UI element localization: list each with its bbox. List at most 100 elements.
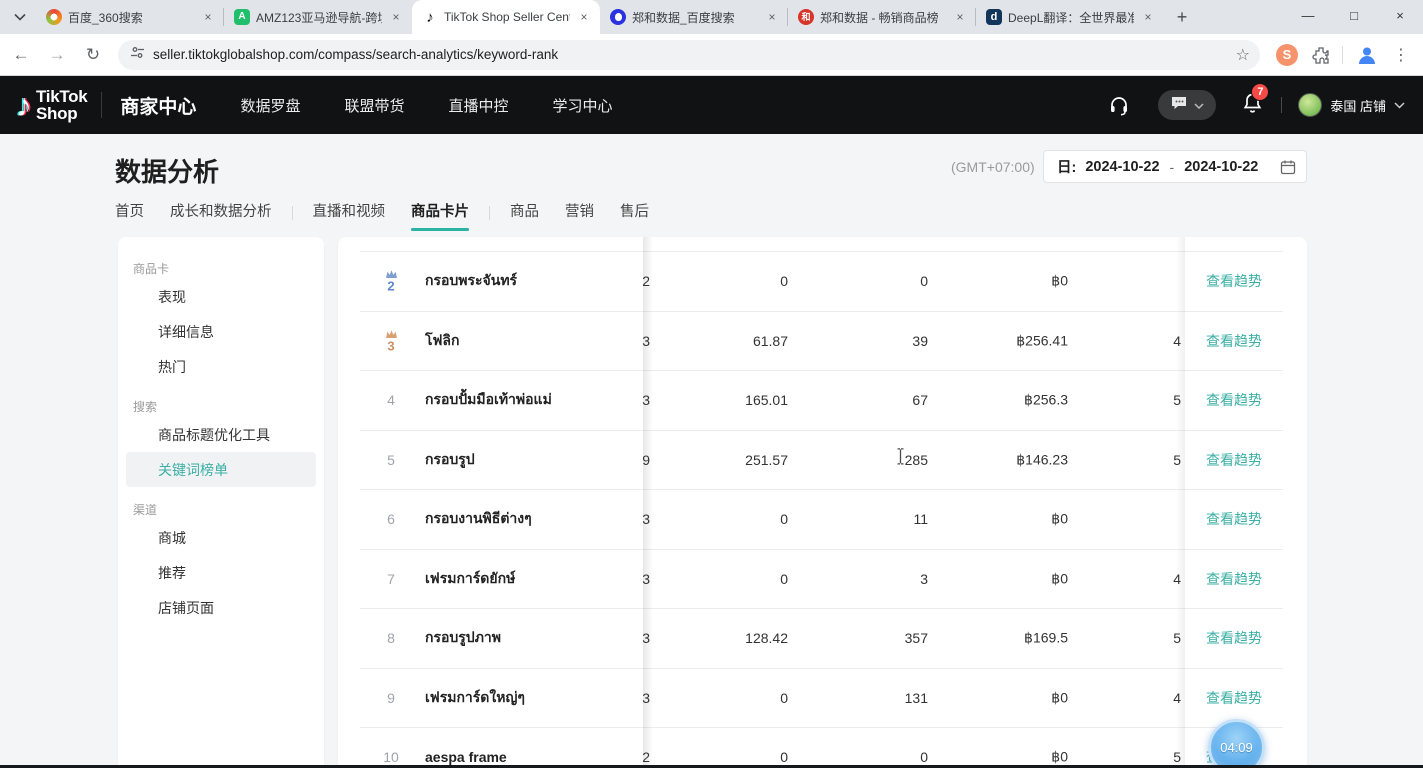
value-cell-a: 0: [660, 511, 788, 527]
date-end[interactable]: 2024-10-22: [1184, 159, 1258, 175]
messages-button[interactable]: [1158, 90, 1216, 120]
minimize-button[interactable]: —: [1285, 0, 1331, 30]
shop-name[interactable]: 泰国 店铺: [1330, 96, 1386, 115]
sidebar-item[interactable]: 商城: [126, 520, 316, 555]
rank-cell: 7: [368, 571, 414, 587]
baidu-favicon-icon: [610, 9, 626, 25]
app-nav-item[interactable]: 数据罗盘: [240, 95, 300, 116]
notifications-button[interactable]: 7: [1242, 92, 1263, 119]
view-trend-link[interactable]: 查看趋势: [1206, 630, 1262, 646]
tab-strip-tabs: 百度_360搜索×AAMZ123亚马逊导航-跨境×♪TikTok Shop Se…: [36, 0, 1164, 34]
extension-s-icon[interactable]: S: [1276, 44, 1298, 66]
site-settings-icon[interactable]: [130, 45, 145, 65]
browser-profile-avatar[interactable]: [1355, 43, 1379, 67]
chevron-down-icon: [1194, 96, 1204, 114]
address-bar[interactable]: seller.tiktokglobalshop.com/compass/sear…: [118, 40, 1260, 70]
page-tab[interactable]: 商品卡片: [411, 200, 469, 227]
view-trend-link[interactable]: 查看趋势: [1206, 452, 1262, 468]
headset-icon[interactable]: [1108, 94, 1130, 116]
page-tabs: 首页成长和数据分析 直播和视频商品卡片 商品营销售后: [115, 199, 649, 227]
clipped-value-left: 3: [638, 392, 650, 408]
url-text[interactable]: seller.tiktokglobalshop.com/compass/sear…: [153, 47, 1236, 62]
close-tab-icon[interactable]: ×: [764, 9, 780, 25]
sidebar-item[interactable]: 热门: [126, 349, 316, 384]
browser-tab-strip: 百度_360搜索×AAMZ123亚马逊导航-跨境×♪TikTok Shop Se…: [0, 0, 1423, 34]
toolbar-divider: [1342, 46, 1343, 64]
maximize-button[interactable]: □: [1331, 0, 1377, 30]
page-title: 数据分析: [115, 152, 219, 189]
browser-tab[interactable]: dDeepL翻译：全世界最准×: [976, 0, 1164, 34]
text-cursor-icon: [896, 448, 905, 470]
rank-cell: 4: [368, 392, 414, 408]
close-tab-icon[interactable]: ×: [1140, 9, 1156, 25]
back-button[interactable]: ←: [6, 40, 36, 70]
calendar-icon[interactable]: [1280, 159, 1296, 175]
date-range-picker[interactable]: 日: 2024-10-22 - 2024-10-22: [1043, 150, 1307, 183]
page-tab[interactable]: 首页: [115, 200, 144, 227]
shop-avatar[interactable]: [1298, 93, 1322, 117]
new-tab-button[interactable]: +: [1168, 3, 1196, 31]
timer-bubble[interactable]: 04:09: [1208, 719, 1265, 768]
sidebar-item[interactable]: 店铺页面: [126, 590, 316, 625]
view-trend-link[interactable]: 查看趋势: [1206, 273, 1262, 289]
forward-button[interactable]: →: [42, 40, 72, 70]
browser-tab[interactable]: ♪TikTok Shop Seller Cente×: [412, 0, 600, 34]
app-nav-item[interactable]: 直播中控: [448, 95, 508, 116]
page-tab[interactable]: 直播和视频: [313, 200, 386, 227]
page-tab[interactable]: 售后: [620, 200, 649, 227]
action-cell: 查看趋势: [1185, 390, 1283, 410]
sidebar-item[interactable]: 商品标题优化工具: [126, 417, 316, 452]
extensions-puzzle-icon[interactable]: [1312, 46, 1330, 64]
gmv-cell: ฿0: [940, 273, 1068, 290]
close-tab-icon[interactable]: ×: [388, 9, 404, 25]
bell-icon: [1242, 101, 1263, 118]
close-tab-icon[interactable]: ×: [576, 9, 592, 25]
table-row: 3โฟลิก361.8739฿256.414查看趋势: [360, 312, 1283, 372]
keyword-table-card: 2กรอบพระจันทร์200฿0查看趋势3โฟลิก361.8739฿25…: [338, 237, 1307, 768]
sidebar-item[interactable]: 表现: [126, 279, 316, 314]
sidebar-item[interactable]: 推荐: [126, 555, 316, 590]
tiktok-shop-logo[interactable]: ♪ TikTokShop: [16, 87, 87, 124]
app-nav-item[interactable]: 学习中心: [552, 95, 612, 116]
close-window-button[interactable]: ×: [1377, 0, 1423, 30]
browser-tab[interactable]: 和郑和数据 - 畅销商品榜×: [788, 0, 976, 34]
app-nav-item[interactable]: 联盟带货: [344, 95, 404, 116]
action-cell: 查看趋势: [1185, 688, 1283, 708]
browser-tab[interactable]: 百度_360搜索×: [36, 0, 224, 34]
bookmark-star-icon[interactable]: ☆: [1236, 45, 1250, 65]
page-tab[interactable]: 商品: [510, 200, 539, 227]
close-tab-icon[interactable]: ×: [952, 9, 968, 25]
chevron-down-icon[interactable]: [1394, 102, 1405, 109]
zhenghe-favicon-icon: 和: [798, 9, 814, 25]
view-trend-link[interactable]: 查看趋势: [1206, 690, 1262, 706]
screen: 百度_360搜索×AAMZ123亚马逊导航-跨境×♪TikTok Shop Se…: [0, 0, 1423, 768]
action-cell: 查看趋势: [1185, 331, 1283, 351]
value-cell-b: 67: [800, 392, 928, 408]
app-nav-item[interactable]: 商家中心: [120, 92, 196, 119]
sidebar-item[interactable]: 关键词榜单: [126, 452, 316, 487]
browser-tab[interactable]: AAMZ123亚马逊导航-跨境×: [224, 0, 412, 34]
sidebar-item[interactable]: 详细信息: [126, 314, 316, 349]
tab-divider: [292, 206, 293, 220]
tab-title: DeepL翻译：全世界最准: [1008, 9, 1134, 26]
date-start[interactable]: 2024-10-22: [1085, 159, 1159, 175]
tab-search-button[interactable]: [6, 3, 34, 31]
amz123-favicon-icon: A: [234, 9, 250, 25]
view-trend-link[interactable]: 查看趋势: [1206, 571, 1262, 587]
clipped-value-left: 2: [638, 273, 650, 289]
clipped-value-left: 3: [638, 511, 650, 527]
chevron-down-icon: [14, 8, 26, 26]
view-trend-link[interactable]: 查看趋势: [1206, 392, 1262, 408]
reload-button[interactable]: ↻: [78, 40, 108, 70]
value-cell-b: 0: [800, 273, 928, 289]
view-trend-link[interactable]: 查看趋势: [1206, 333, 1262, 349]
value-cell-b: 131: [800, 690, 928, 706]
date-granularity-label: 日:: [1057, 156, 1076, 177]
value-cell-b: 357: [800, 630, 928, 646]
view-trend-link[interactable]: 查看趋势: [1206, 511, 1262, 527]
browser-menu-icon[interactable]: ⋮: [1389, 45, 1413, 65]
page-tab[interactable]: 成长和数据分析: [170, 200, 272, 227]
page-tab[interactable]: 营销: [565, 200, 594, 227]
close-tab-icon[interactable]: ×: [200, 9, 216, 25]
browser-tab[interactable]: 郑和数据_百度搜索×: [600, 0, 788, 34]
